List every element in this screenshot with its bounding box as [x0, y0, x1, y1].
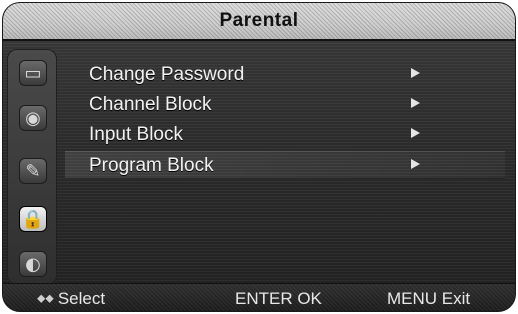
page-title: Parental — [219, 10, 299, 31]
menu-item-program-block[interactable]: Program Block — [65, 151, 505, 179]
enter-ok-hint: ENTER OK — [235, 289, 322, 308]
title-bar: Parental — [3, 3, 515, 41]
lock-icon[interactable]: 🔒 — [19, 206, 47, 232]
select-hint-label: Select — [57, 289, 106, 308]
menu-item-label: Program Block — [89, 155, 214, 176]
parental-options-list: Change Password Channel Block Input Bloc… — [65, 61, 505, 185]
arrow-right-icon — [411, 98, 420, 108]
arrow-right-icon — [411, 68, 420, 78]
satellite-dish-icon[interactable]: ◐ — [19, 251, 47, 277]
tv-screen-icon[interactable]: ▭ — [19, 60, 47, 86]
wrench-icon[interactable]: ✎ — [19, 158, 47, 184]
speaker-icon[interactable]: ◉ — [19, 105, 47, 131]
arrow-right-icon — [411, 159, 420, 169]
parental-menu-panel: Parental ▭ ◉ ✎ 🔒 ◐ Change Password Chann… — [2, 2, 516, 312]
menu-item-input-block[interactable]: Input Block — [65, 121, 505, 149]
menu-item-label: Input Block — [89, 124, 183, 145]
category-sidebar: ▭ ◉ ✎ 🔒 ◐ — [7, 49, 57, 285]
menu-item-label: Channel Block — [89, 94, 212, 115]
arrow-right-icon — [411, 128, 420, 138]
menu-item-label: Change Password — [89, 64, 245, 85]
select-hint: ⬥⬥ Select — [37, 289, 105, 309]
menu-item-channel-block[interactable]: Channel Block — [65, 91, 505, 119]
navigation-arrows-icon: ⬥⬥ — [37, 291, 54, 305]
menu-item-change-password[interactable]: Change Password — [65, 61, 505, 89]
menu-exit-hint: MENU Exit — [387, 289, 471, 308]
button-hint-bar: ⬥⬥ Select ENTER OK MENU Exit — [3, 283, 515, 311]
